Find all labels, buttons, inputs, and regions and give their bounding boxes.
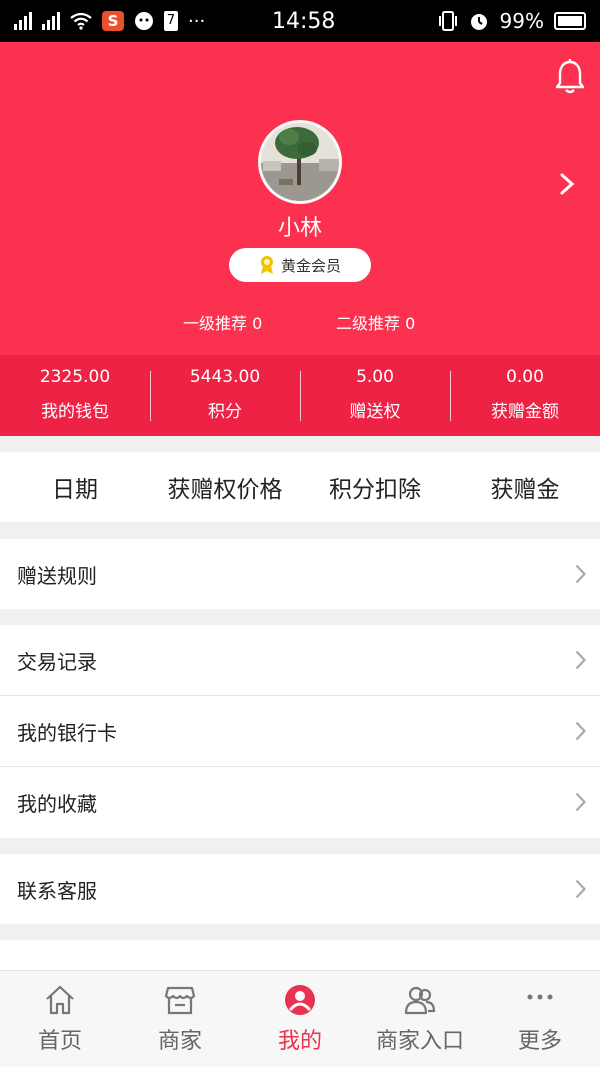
wifi-icon [70, 12, 92, 30]
stat-gift-rights[interactable]: 5.00 赠送权 [300, 355, 450, 436]
tab-label: 商家 [157, 1029, 202, 1054]
menu-item-support[interactable]: 联系客服 [0, 854, 600, 925]
menu-group-partial [0, 940, 600, 970]
menu-item-rules[interactable]: 赠送规则 [0, 539, 600, 610]
stat-points[interactable]: 5443.00 积分 [150, 355, 300, 436]
signal-icon [42, 12, 60, 30]
stat-gift-amount[interactable]: 0.00 获赠金额 [450, 355, 600, 436]
more-notifications-icon: ··· [188, 10, 206, 32]
medal-icon [260, 256, 273, 274]
user-icon [285, 985, 315, 1015]
username: 小林 [277, 216, 322, 241]
column-header-points: 积分扣除 [329, 477, 421, 503]
stat-value: 5.00 [356, 367, 394, 387]
tab-mine[interactable]: 我的 [240, 971, 360, 1067]
avatar-image [261, 123, 339, 201]
column-header-date: 日期 [52, 477, 98, 503]
tab-home[interactable]: 首页 [0, 971, 120, 1067]
stat-wallet[interactable]: 2325.00 我的钱包 [0, 355, 150, 436]
stat-label: 积分 [208, 402, 242, 422]
avatar[interactable] [258, 120, 342, 204]
stat-value: 0.00 [506, 367, 544, 387]
more-icon [527, 994, 553, 1000]
menu-item-label: 联系客服 [17, 879, 97, 903]
vibrate-icon [438, 11, 457, 31]
bell-icon[interactable] [554, 58, 586, 96]
menu-group-support: 联系客服 [0, 854, 600, 924]
menu-item-transactions[interactable]: 交易记录 [0, 625, 600, 696]
member-badge[interactable]: 黄金会员 [229, 248, 371, 282]
menu-item-bank-cards[interactable]: 我的银行卡 [0, 696, 600, 767]
chevron-right-icon[interactable] [560, 173, 574, 195]
tab-merchants[interactable]: 商家 [120, 971, 240, 1067]
chevron-right-icon [575, 792, 586, 812]
store-icon [164, 986, 196, 1015]
status-right-icons: 99% [438, 0, 586, 42]
column-header-price: 获赠权价格 [167, 477, 283, 503]
stat-value: 5443.00 [189, 367, 261, 387]
profile-header: 小林 黄金会员 一级推荐 0 二级推荐 0 [0, 42, 600, 355]
menu-group-rules: 赠送规则 [0, 539, 600, 609]
stat-label: 获赠金额 [491, 402, 559, 422]
tab-label: 我的 [277, 1029, 322, 1054]
status-left-icons: S 7 ··· [14, 0, 205, 42]
menu-item-label: 赠送规则 [17, 564, 97, 588]
android-icon [135, 12, 153, 30]
notification-icon: 7 [164, 11, 178, 31]
stat-label: 赠送权 [349, 402, 401, 422]
group-icon [404, 986, 436, 1015]
battery-icon [554, 12, 586, 30]
menu-group-account: 交易记录 我的银行卡 我的收藏 [0, 625, 600, 838]
tab-label: 商家入口 [375, 1029, 464, 1054]
stat-value: 2325.00 [39, 367, 111, 387]
menu-item-label: 我的银行卡 [17, 720, 117, 745]
chevron-right-icon [575, 650, 586, 670]
chevron-right-icon [575, 564, 586, 584]
tab-label: 更多 [517, 1029, 562, 1054]
home-icon [46, 985, 74, 1015]
chevron-right-icon [575, 721, 586, 741]
member-level-label: 黄金会员 [280, 256, 341, 275]
bottom-tab-bar: 首页 商家 我的 商家入口 更多 [0, 970, 600, 1067]
referral-level2[interactable]: 二级推荐 0 [336, 310, 415, 334]
chevron-right-icon [575, 879, 586, 899]
menu-item-label: 我的收藏 [17, 792, 97, 816]
stat-label: 我的钱包 [41, 402, 109, 422]
tab-label: 首页 [37, 1029, 82, 1054]
status-bar: S 7 ··· 14:58 99% [0, 0, 600, 42]
referral-level1[interactable]: 一级推荐 0 [183, 310, 262, 334]
alarm-icon [470, 14, 487, 30]
tab-more[interactable]: 更多 [480, 971, 600, 1067]
sogou-icon: S [102, 11, 124, 31]
signal-icon [14, 12, 32, 30]
column-header-gift: 获赠金 [490, 477, 560, 503]
battery-percent: 99% [499, 9, 544, 33]
gift-table-header: 日期 获赠权价格 积分扣除 获赠金 [0, 452, 600, 522]
tab-merchant-entry[interactable]: 商家入口 [360, 971, 480, 1067]
menu-item-favorites[interactable]: 我的收藏 [0, 767, 600, 838]
status-time: 14:58 [272, 9, 336, 34]
menu-item-label: 交易记录 [17, 649, 97, 674]
stats-row: 2325.00 我的钱包 5443.00 积分 5.00 赠送权 0.00 获赠… [0, 355, 600, 436]
